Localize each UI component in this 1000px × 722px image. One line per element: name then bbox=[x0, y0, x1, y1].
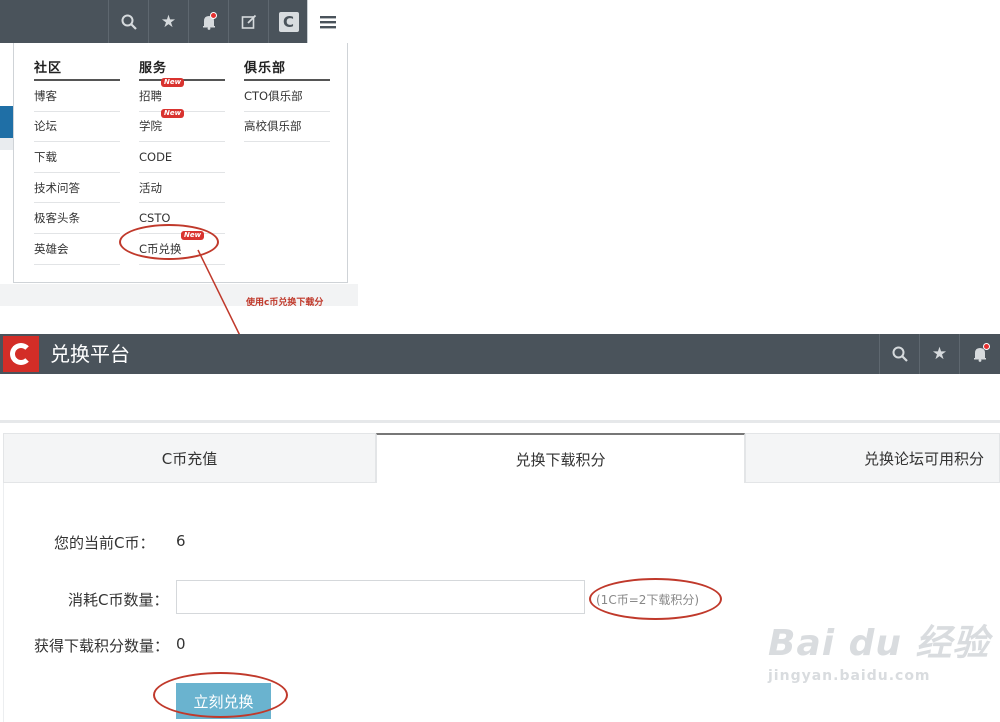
column-title: 俱乐部 bbox=[244, 57, 330, 81]
new-badge: New bbox=[161, 78, 185, 87]
menu-column-community: 社区 博客 论坛 下载 技术问答 极客头条 英雄会 bbox=[34, 57, 120, 265]
menu-item-academy[interactable]: 学院 New bbox=[139, 108, 225, 143]
menu-item-code[interactable]: CODE bbox=[139, 142, 225, 173]
menu-item-events[interactable]: 活动 bbox=[139, 173, 225, 204]
csdn-logo[interactable] bbox=[3, 336, 39, 372]
menu-screenshot: ★ C 社区 博客 论坛 下载 技术问答 极客头条 英雄会 服务 招聘 New 学… bbox=[0, 0, 358, 306]
edit-icon[interactable] bbox=[228, 0, 268, 43]
menu-item-csto[interactable]: CSTO bbox=[139, 203, 225, 234]
star-icon[interactable]: ★ bbox=[148, 0, 188, 43]
spend-coins-label: 消耗C币数量： bbox=[68, 591, 169, 609]
menu-column-services: 服务 招聘 New 学院 New CODE 活动 CSTO C币兑换 New bbox=[139, 57, 225, 265]
platform-header: 兑换平台 ★ bbox=[0, 334, 1000, 374]
menu-icon[interactable] bbox=[307, 0, 347, 43]
exchange-rate-note: (1C币=2下载积分) bbox=[596, 593, 700, 607]
search-icon[interactable] bbox=[879, 334, 919, 374]
menu-item-download[interactable]: 下载 bbox=[34, 142, 120, 173]
page-bg-strip bbox=[0, 106, 13, 138]
notification-dot bbox=[210, 12, 217, 19]
new-badge: New bbox=[181, 230, 205, 240]
menu-item-blog[interactable]: 博客 bbox=[34, 81, 120, 112]
nav-dropdown: 社区 博客 论坛 下载 技术问答 极客头条 英雄会 服务 招聘 New 学院 New… bbox=[13, 43, 348, 283]
spend-coins-input[interactable] bbox=[176, 580, 585, 614]
current-coins-value: 6 bbox=[176, 532, 186, 550]
menu-item-jobs[interactable]: 招聘 New bbox=[139, 78, 225, 112]
current-coins-label: 您的当前C币： bbox=[54, 534, 155, 552]
menu-item-hero[interactable]: 英雄会 bbox=[34, 234, 120, 265]
top-toolbar: ★ C bbox=[0, 0, 347, 43]
menu-item-geek-news[interactable]: 极客头条 bbox=[34, 203, 120, 234]
menu-column-clubs: 俱乐部 CTO俱乐部 高校俱乐部 bbox=[244, 57, 330, 143]
tab-coin-recharge[interactable]: C币充值 bbox=[3, 433, 376, 483]
c-logo-icon[interactable]: C bbox=[268, 0, 308, 43]
menu-item-forum[interactable]: 论坛 bbox=[34, 112, 120, 143]
star-icon[interactable]: ★ bbox=[919, 334, 959, 374]
bell-icon[interactable] bbox=[188, 0, 228, 43]
menu-item-qa[interactable]: 技术问答 bbox=[34, 173, 120, 204]
search-icon[interactable] bbox=[108, 0, 148, 43]
menu-item-campus-club[interactable]: 高校俱乐部 bbox=[244, 112, 330, 143]
gain-points-label: 获得下载积分数量： bbox=[34, 637, 170, 655]
annotation-hint: 使用c币兑换下载分 bbox=[246, 298, 324, 306]
divider bbox=[0, 420, 1000, 423]
exchange-now-button[interactable]: 立刻兑换 bbox=[176, 683, 271, 719]
notification-dot bbox=[983, 343, 990, 350]
new-badge: New bbox=[161, 108, 185, 118]
baidu-watermark: Bai du 经验 jingyan.baidu.com bbox=[768, 623, 990, 684]
menu-item-coin-exchange[interactable]: C币兑换 New bbox=[139, 230, 225, 265]
column-title: 社区 bbox=[34, 57, 120, 81]
exchange-tabs: C币充值 兑换下载积分 兑换论坛可用积分 bbox=[3, 433, 1000, 483]
tab-exchange-download-points[interactable]: 兑换下载积分 bbox=[376, 433, 745, 483]
menu-item-cto-club[interactable]: CTO俱乐部 bbox=[244, 81, 330, 112]
gain-points-value: 0 bbox=[176, 635, 186, 653]
page-bg-strip bbox=[0, 138, 13, 150]
page-title: 兑换平台 bbox=[50, 342, 130, 366]
tab-exchange-forum-points[interactable]: 兑换论坛可用积分 bbox=[745, 433, 1000, 483]
bell-icon[interactable] bbox=[959, 334, 999, 374]
